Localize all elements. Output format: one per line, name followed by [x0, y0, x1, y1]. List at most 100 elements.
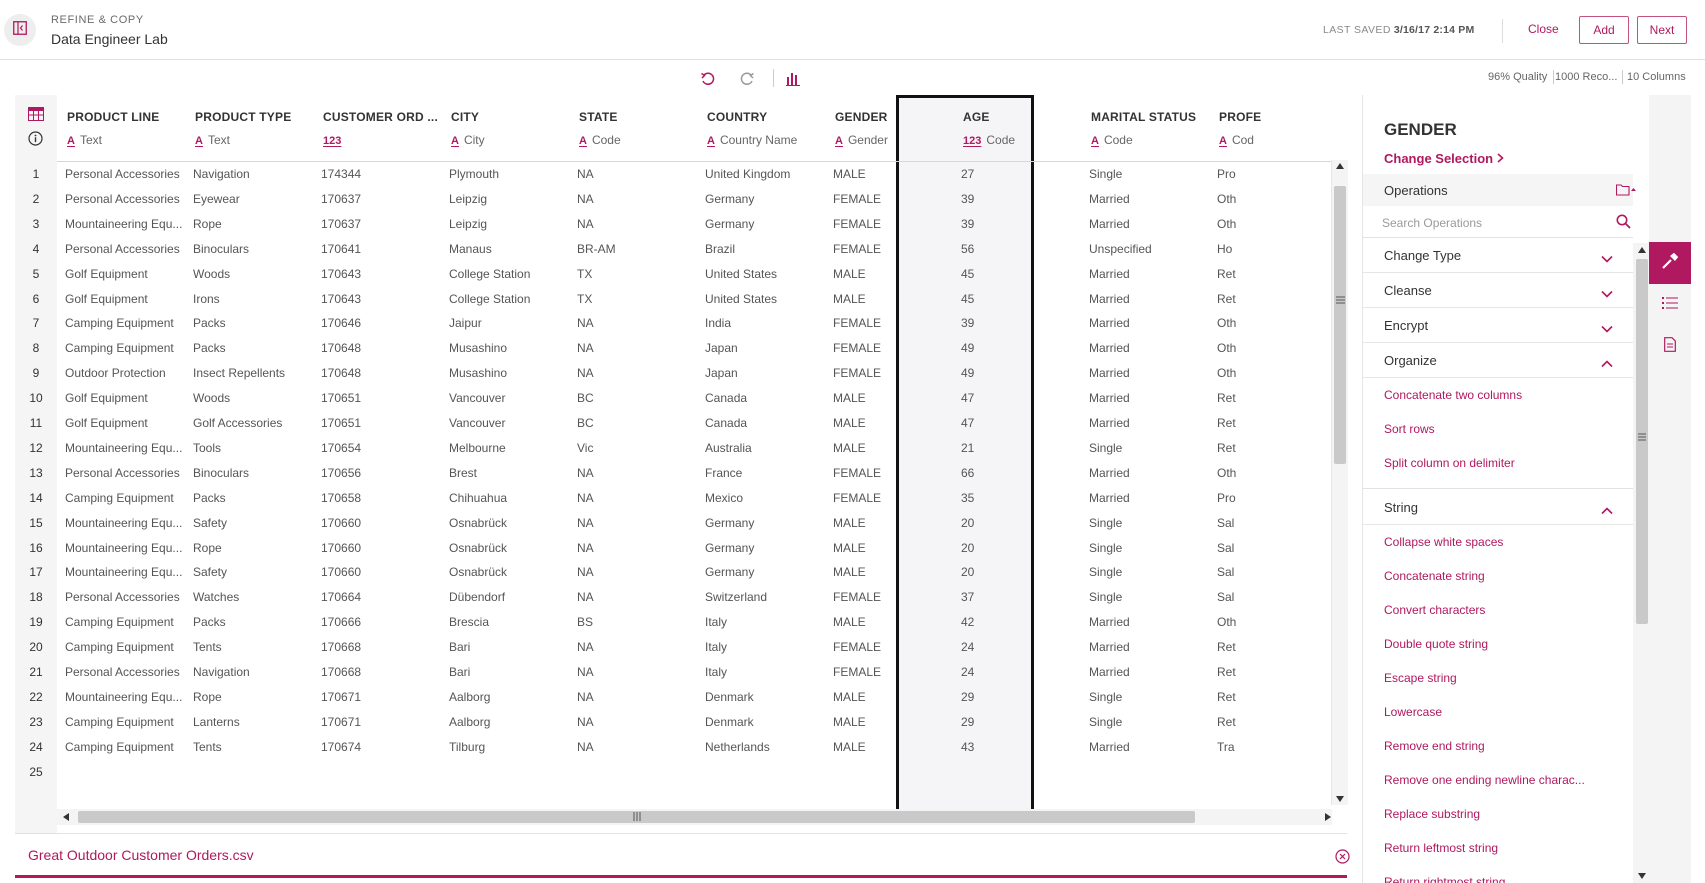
- table-cell[interactable]: NA: [577, 516, 697, 534]
- column-header[interactable]: CITY A City: [441, 95, 569, 161]
- table-cell[interactable]: FEMALE: [833, 242, 953, 260]
- table-cell[interactable]: [1089, 765, 1209, 783]
- undo-icon[interactable]: [698, 70, 718, 88]
- table-cell[interactable]: 170648: [321, 366, 441, 384]
- row-number[interactable]: 4: [15, 242, 57, 256]
- table-cell[interactable]: Safety: [193, 565, 313, 583]
- table-cell[interactable]: FEMALE: [833, 640, 953, 658]
- table-cell[interactable]: 170651: [321, 416, 441, 434]
- table-cell[interactable]: NA: [577, 316, 697, 334]
- table-cell[interactable]: Italy: [705, 615, 825, 633]
- row-number[interactable]: 25: [15, 765, 57, 779]
- table-cell[interactable]: TX: [577, 292, 697, 310]
- table-cell[interactable]: MALE: [833, 416, 953, 434]
- table-cell[interactable]: FEMALE: [833, 341, 953, 359]
- table-cell[interactable]: Ret: [1217, 267, 1257, 285]
- row-number[interactable]: 3: [15, 217, 57, 231]
- table-cell[interactable]: NA: [577, 217, 697, 235]
- table-cell[interactable]: NA: [577, 565, 697, 583]
- table-cell[interactable]: Navigation: [193, 665, 313, 683]
- table-cell[interactable]: [65, 765, 185, 783]
- table-cell[interactable]: College Station: [449, 292, 569, 310]
- operation-section[interactable]: Change Type: [1363, 238, 1633, 273]
- table-cell[interactable]: Ret: [1217, 292, 1257, 310]
- table-cell[interactable]: NA: [577, 665, 697, 683]
- table-cell[interactable]: 170674: [321, 740, 441, 758]
- table-cell[interactable]: NA: [577, 715, 697, 733]
- table-cell[interactable]: MALE: [833, 615, 953, 633]
- table-cell[interactable]: 37: [961, 590, 1081, 608]
- table-cell[interactable]: Camping Equipment: [65, 316, 185, 334]
- column-header[interactable]: PRODUCT LINE A Text: [57, 95, 185, 161]
- table-cell[interactable]: Japan: [705, 366, 825, 384]
- sidebar-toggle-button[interactable]: [4, 14, 36, 46]
- table-cell[interactable]: Aalborg: [449, 715, 569, 733]
- table-cell[interactable]: United Kingdom: [705, 167, 825, 185]
- column-header[interactable]: CUSTOMER ORD ... 123: [313, 95, 441, 161]
- table-cell[interactable]: Ret: [1217, 665, 1257, 683]
- table-cell[interactable]: Sal: [1217, 590, 1257, 608]
- table-cell[interactable]: Oth: [1217, 366, 1257, 384]
- table-cell[interactable]: 39: [961, 217, 1081, 235]
- table-cell[interactable]: 56: [961, 242, 1081, 260]
- table-cell[interactable]: Jaipur: [449, 316, 569, 334]
- table-cell[interactable]: 170651: [321, 391, 441, 409]
- table-cell[interactable]: 170648: [321, 341, 441, 359]
- operation-section[interactable]: String: [1363, 490, 1633, 525]
- table-cell[interactable]: Watches: [193, 590, 313, 608]
- operation-item[interactable]: Lowercase: [1384, 705, 1442, 719]
- table-cell[interactable]: Married: [1089, 366, 1209, 384]
- table-cell[interactable]: Ret: [1217, 690, 1257, 708]
- row-number[interactable]: 5: [15, 267, 57, 281]
- table-cell[interactable]: Brazil: [705, 242, 825, 260]
- table-cell[interactable]: Camping Equipment: [65, 615, 185, 633]
- table-cell[interactable]: 29: [961, 715, 1081, 733]
- table-cell[interactable]: Tents: [193, 740, 313, 758]
- table-cell[interactable]: 20: [961, 541, 1081, 559]
- table-cell[interactable]: Osnabrück: [449, 516, 569, 534]
- add-button[interactable]: Add: [1579, 16, 1629, 44]
- table-cell[interactable]: Mountaineering Equ...: [65, 516, 185, 534]
- table-cell[interactable]: 39: [961, 192, 1081, 210]
- table-cell[interactable]: Canada: [705, 391, 825, 409]
- operation-item[interactable]: Remove one ending newline charac...: [1384, 773, 1585, 787]
- table-cell[interactable]: Single: [1089, 441, 1209, 459]
- table-cell[interactable]: Rope: [193, 541, 313, 559]
- table-cell[interactable]: 174344: [321, 167, 441, 185]
- row-number[interactable]: 6: [15, 292, 57, 306]
- table-cell[interactable]: Australia: [705, 441, 825, 459]
- table-cell[interactable]: Single: [1089, 167, 1209, 185]
- table-cell[interactable]: FEMALE: [833, 466, 953, 484]
- grid-vertical-scroll-thumb[interactable]: [1334, 186, 1346, 464]
- table-cell[interactable]: Germany: [705, 516, 825, 534]
- table-cell[interactable]: Vancouver: [449, 391, 569, 409]
- table-cell[interactable]: Pro: [1217, 167, 1257, 185]
- table-cell[interactable]: India: [705, 316, 825, 334]
- table-cell[interactable]: Chihuahua: [449, 491, 569, 509]
- table-cell[interactable]: Japan: [705, 341, 825, 359]
- table-cell[interactable]: Golf Equipment: [65, 267, 185, 285]
- table-cell[interactable]: 42: [961, 615, 1081, 633]
- rail-refine-button[interactable]: [1649, 242, 1691, 284]
- operation-item[interactable]: Return leftmost string: [1384, 841, 1498, 855]
- table-cell[interactable]: Bari: [449, 665, 569, 683]
- operation-item[interactable]: Concatenate string: [1384, 569, 1485, 583]
- table-cell[interactable]: FEMALE: [833, 665, 953, 683]
- table-cell[interactable]: Osnabrück: [449, 565, 569, 583]
- table-cell[interactable]: Manaus: [449, 242, 569, 260]
- table-cell[interactable]: Musashino: [449, 366, 569, 384]
- row-number[interactable]: 18: [15, 590, 57, 604]
- table-cell[interactable]: Leipzig: [449, 192, 569, 210]
- operation-item[interactable]: Convert characters: [1384, 603, 1485, 617]
- row-number[interactable]: 12: [15, 441, 57, 455]
- table-cell[interactable]: FEMALE: [833, 590, 953, 608]
- table-cell[interactable]: Melbourne: [449, 441, 569, 459]
- table-cell[interactable]: NA: [577, 740, 697, 758]
- table-cell[interactable]: FEMALE: [833, 192, 953, 210]
- table-cell[interactable]: Rope: [193, 690, 313, 708]
- table-cell[interactable]: NA: [577, 590, 697, 608]
- panel-scroll-thumb[interactable]: [1636, 259, 1648, 624]
- table-cell[interactable]: [321, 765, 441, 783]
- table-cell[interactable]: Netherlands: [705, 740, 825, 758]
- table-cell[interactable]: Rope: [193, 217, 313, 235]
